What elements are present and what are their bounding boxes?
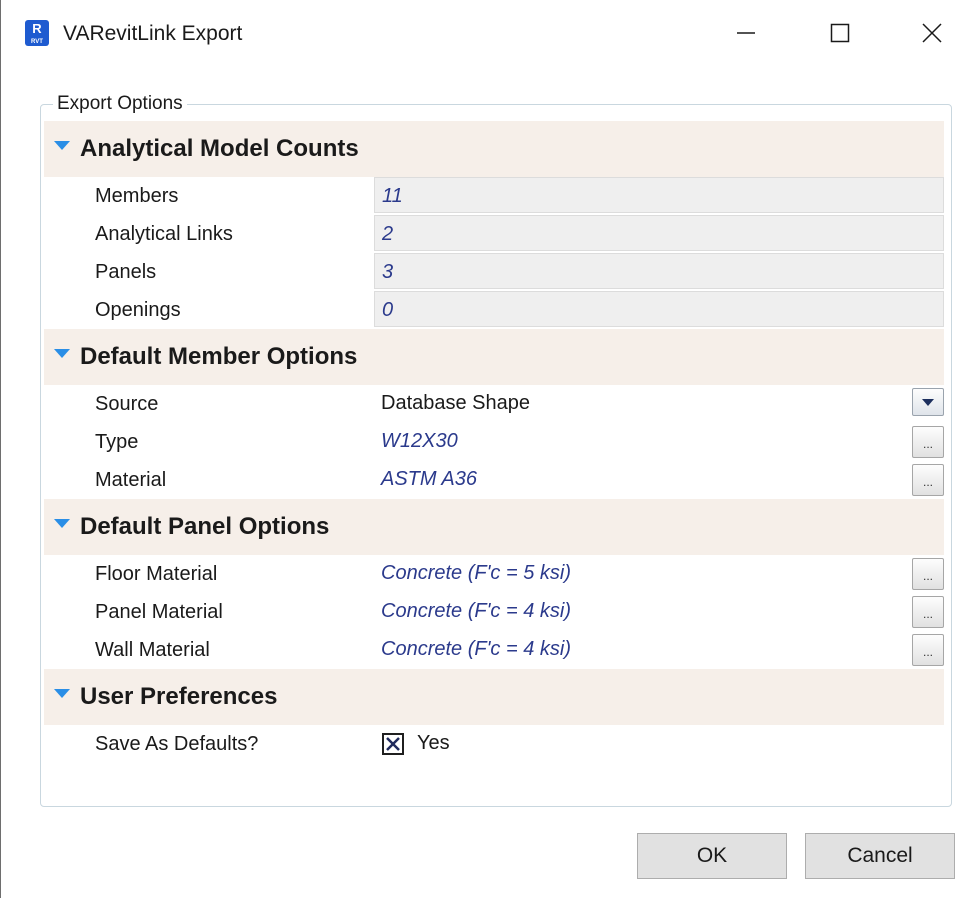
property-name: Floor Material xyxy=(95,563,218,585)
property-name: Analytical Links xyxy=(95,223,233,245)
property-row-save-as-defaults: Save As Defaults? Yes xyxy=(44,725,944,763)
property-value-members: 11 xyxy=(374,177,944,213)
property-row-material: Material ASTM A36 ... xyxy=(44,461,944,499)
checkbox-label: Yes xyxy=(417,732,450,754)
category-user-preferences[interactable]: User Preferences xyxy=(44,669,944,725)
property-name: Panel Material xyxy=(95,601,223,623)
save-defaults-value: Yes xyxy=(374,725,944,761)
property-row-wall-material: Wall Material Concrete (F'c = 4 ksi) ... xyxy=(44,631,944,669)
wall-material-browse-button[interactable]: ... xyxy=(912,634,944,666)
category-label: Analytical Model Counts xyxy=(80,135,359,162)
collapse-triangle-icon[interactable] xyxy=(54,519,70,528)
value-text: W12X30 xyxy=(381,430,458,452)
property-value-analytical-links: 2 xyxy=(374,215,944,251)
dropdown-arrow-button[interactable] xyxy=(912,388,944,416)
property-row-openings: Openings 0 xyxy=(44,291,944,329)
collapse-triangle-icon[interactable] xyxy=(54,689,70,698)
property-name: Openings xyxy=(95,299,181,321)
property-row-analytical-links: Analytical Links 2 xyxy=(44,215,944,253)
property-name: Type xyxy=(95,431,139,453)
property-row-members: Members 11 xyxy=(44,177,944,215)
material-value[interactable]: ASTM A36 ... xyxy=(374,461,944,497)
property-name: Save As Defaults? xyxy=(95,733,259,755)
property-name: Panels xyxy=(95,261,157,283)
category-analytical-model-counts[interactable]: Analytical Model Counts xyxy=(44,121,944,177)
type-value[interactable]: W12X30 ... xyxy=(374,423,944,459)
revit-icon: R RVT xyxy=(25,20,49,46)
floor-material-browse-button[interactable]: ... xyxy=(912,558,944,590)
property-row-source: Source Database Shape xyxy=(44,385,944,423)
property-name: Members xyxy=(95,185,179,207)
value-text: 3 xyxy=(382,261,394,283)
value-text: ASTM A36 xyxy=(381,468,477,490)
collapse-triangle-icon[interactable] xyxy=(54,141,70,150)
value-text: 0 xyxy=(382,299,394,321)
cancel-button[interactable]: Cancel xyxy=(805,833,955,879)
wall-material-value[interactable]: Concrete (F'c = 4 ksi) ... xyxy=(374,631,944,667)
value-text: Database Shape xyxy=(381,392,531,414)
panel-material-value[interactable]: Concrete (F'c = 4 ksi) ... xyxy=(374,593,944,629)
value-text: 2 xyxy=(382,223,394,245)
material-browse-button[interactable]: ... xyxy=(912,464,944,496)
property-row-floor-material: Floor Material Concrete (F'c = 5 ksi) ..… xyxy=(44,555,944,593)
title-bar: R RVT VARevitLink Export xyxy=(1,0,962,66)
ok-button[interactable]: OK xyxy=(637,833,787,879)
property-name: Material xyxy=(95,469,167,491)
group-legend: Export Options xyxy=(53,92,187,116)
property-row-panel-material: Panel Material Concrete (F'c = 4 ksi) ..… xyxy=(44,593,944,631)
export-dialog: R RVT VARevitLink Export Export Options … xyxy=(0,0,962,898)
save-defaults-checkbox[interactable] xyxy=(382,733,404,755)
property-row-panels: Panels 3 xyxy=(44,253,944,291)
close-button[interactable] xyxy=(909,10,955,56)
category-label: Default Member Options xyxy=(80,343,358,370)
value-text: Concrete (F'c = 4 ksi) xyxy=(381,600,571,622)
property-name: Source xyxy=(95,393,159,415)
close-icon xyxy=(922,23,942,43)
value-text: Concrete (F'c = 4 ksi) xyxy=(381,638,571,660)
type-browse-button[interactable]: ... xyxy=(912,426,944,458)
property-value-panels: 3 xyxy=(374,253,944,289)
value-text: Concrete (F'c = 5 ksi) xyxy=(381,562,571,584)
minimize-icon xyxy=(737,32,755,34)
source-select[interactable]: Database Shape xyxy=(374,385,944,421)
check-x-icon xyxy=(386,737,400,751)
category-label: Default Panel Options xyxy=(80,513,330,540)
collapse-triangle-icon[interactable] xyxy=(54,349,70,358)
category-default-panel-options[interactable]: Default Panel Options xyxy=(44,499,944,555)
minimize-button[interactable] xyxy=(723,10,769,56)
window-title: VARevitLink Export xyxy=(63,22,243,45)
maximize-icon xyxy=(830,23,850,43)
property-grid: Analytical Model Counts Members 11 Analy… xyxy=(44,121,944,763)
floor-material-value[interactable]: Concrete (F'c = 5 ksi) ... xyxy=(374,555,944,591)
panel-material-browse-button[interactable]: ... xyxy=(912,596,944,628)
property-name: Wall Material xyxy=(95,639,210,661)
property-row-type: Type W12X30 ... xyxy=(44,423,944,461)
category-label: User Preferences xyxy=(80,683,278,710)
value-text: 11 xyxy=(382,185,403,207)
category-default-member-options[interactable]: Default Member Options xyxy=(44,329,944,385)
maximize-button[interactable] xyxy=(817,10,863,56)
property-value-openings: 0 xyxy=(374,291,944,327)
